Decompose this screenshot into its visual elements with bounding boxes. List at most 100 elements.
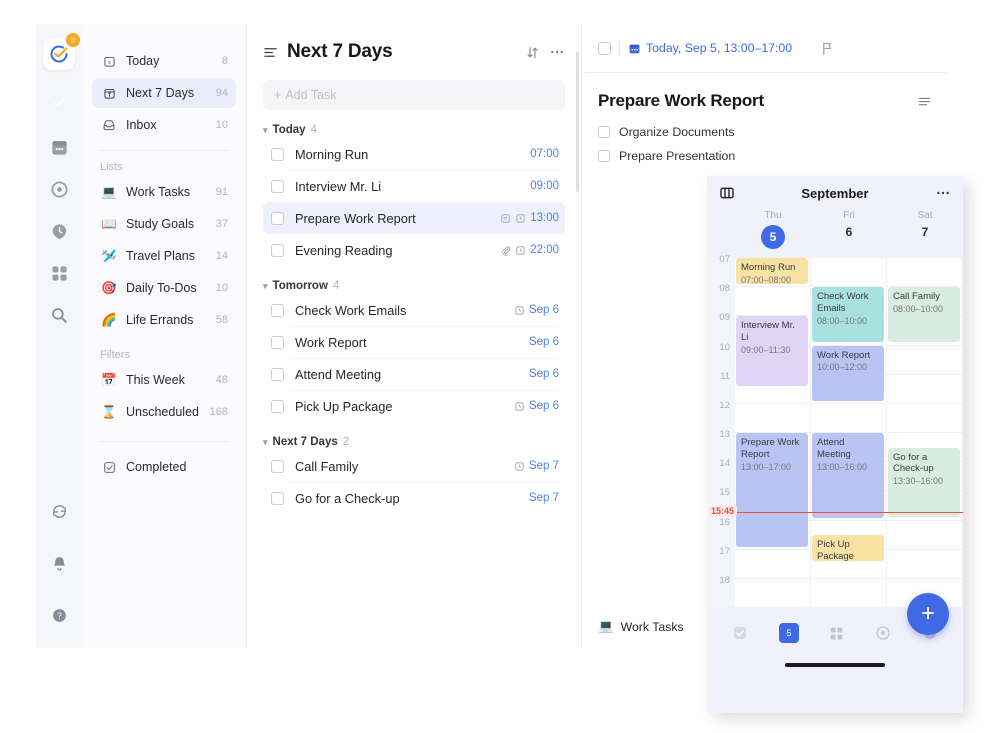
sidebar-item-inbox[interactable]: Inbox 10 bbox=[92, 110, 236, 140]
task-checkbox[interactable] bbox=[271, 303, 284, 317]
more-horizontal-icon[interactable] bbox=[935, 185, 951, 201]
task-row[interactable]: Go for a Check-up Sep 7 bbox=[263, 482, 565, 514]
task-group-name: Tomorrow bbox=[272, 280, 328, 292]
task-group-header[interactable]: ▾ Next 7 Days 2 bbox=[263, 436, 565, 448]
home-indicator bbox=[785, 663, 885, 667]
task-row[interactable]: Call Family Sep 7 bbox=[263, 450, 565, 482]
list-view-icon[interactable] bbox=[263, 45, 278, 60]
phone-column-0[interactable]: Morning Run 07:00–08:00 Interview Mr. Li 09… bbox=[735, 257, 811, 607]
phone-hour-line bbox=[811, 577, 886, 579]
sidebar-item-this-week[interactable]: 📅 This Week 48 bbox=[92, 365, 236, 395]
task-checkbox[interactable] bbox=[271, 335, 284, 349]
phone-column-2[interactable]: Call Family 08:00–10:00 Go for a Check-up 1… bbox=[887, 257, 963, 607]
subtask-checkbox[interactable] bbox=[598, 126, 610, 138]
task-checkbox[interactable] bbox=[271, 147, 284, 161]
phone-hour-label: 13 bbox=[719, 429, 730, 440]
sidebar-item-life-errands[interactable]: 🌈 Life Errands 58 bbox=[92, 305, 236, 335]
task-checkbox[interactable] bbox=[271, 367, 284, 381]
task-checkbox[interactable] bbox=[271, 179, 284, 193]
phone-event[interactable]: Interview Mr. Li 09:00–11:30 bbox=[736, 316, 808, 387]
rail-item-search[interactable] bbox=[40, 296, 78, 334]
sidebar-item-today[interactable]: 5 Today 8 bbox=[92, 46, 236, 76]
task-list-scrollbar[interactable] bbox=[576, 52, 579, 192]
rail-item-pomodoro[interactable] bbox=[40, 212, 78, 250]
rail-item-calendar[interactable] bbox=[40, 128, 78, 166]
logo-check-circle-icon bbox=[50, 45, 68, 63]
sidebar-item-travel-plans[interactable]: 🛩️ Travel Plans 14 bbox=[92, 241, 236, 271]
more-horizontal-icon[interactable] bbox=[549, 44, 565, 60]
sort-icon[interactable] bbox=[525, 45, 540, 60]
task-row[interactable]: Check Work Emails Sep 6 bbox=[263, 294, 565, 326]
nav-focus-icon[interactable] bbox=[875, 625, 891, 641]
task-row[interactable]: Pick Up Package Sep 6 bbox=[263, 390, 565, 422]
task-checkbox[interactable] bbox=[271, 399, 284, 413]
sidebar-item-count: 10 bbox=[215, 282, 228, 294]
phone-event[interactable]: Call Family 08:00–10:00 bbox=[888, 287, 960, 343]
sidebar-item-label: Next 7 Days bbox=[126, 86, 195, 100]
add-task-input[interactable]: + Add Task bbox=[263, 80, 565, 110]
phone-hour-line bbox=[887, 577, 962, 579]
nav-grid-icon[interactable] bbox=[829, 626, 844, 641]
task-complete-checkbox[interactable] bbox=[598, 41, 611, 55]
task-row[interactable]: Attend Meeting Sep 6 bbox=[263, 358, 565, 390]
flag-icon[interactable] bbox=[820, 41, 835, 56]
list-emoji-icon: ⌛ bbox=[101, 404, 117, 419]
task-group-header[interactable]: ▾ Tomorrow 4 bbox=[263, 280, 565, 292]
task-row[interactable]: Evening Reading 22:00 bbox=[263, 234, 565, 266]
task-row[interactable]: Work Report Sep 6 bbox=[263, 326, 565, 358]
due-date-pill[interactable]: Today, Sep 5, 13:00–17:00 bbox=[628, 41, 792, 55]
clock-icon bbox=[514, 401, 525, 412]
rail-item-notifications[interactable] bbox=[40, 544, 78, 582]
sidebar-divider-2 bbox=[100, 441, 228, 442]
phone-event[interactable]: Morning Run 07:00–08:00 bbox=[736, 258, 808, 285]
subtask-row[interactable]: Organize Documents bbox=[598, 121, 932, 143]
phone-event[interactable]: Pick Up Package16:30–17:30 bbox=[812, 535, 884, 562]
rail-item-help[interactable]: ? bbox=[40, 596, 78, 634]
phone-hour-line bbox=[887, 373, 962, 375]
detail-list-footer[interactable]: 💻 Work Tasks bbox=[598, 619, 684, 634]
sidebar-item-count: 37 bbox=[215, 218, 228, 230]
phone-event-time: 09:00–11:30 bbox=[741, 345, 791, 356]
task-checkbox[interactable] bbox=[271, 459, 284, 473]
rail-item-focus[interactable] bbox=[40, 170, 78, 208]
subtask-row[interactable]: Prepare Presentation bbox=[598, 145, 932, 167]
phone-event[interactable]: Work Report 10:00–12:00 bbox=[812, 345, 884, 401]
sidebar-item-work-tasks[interactable]: 💻 Work Tasks 91 bbox=[92, 177, 236, 207]
subtask-checkbox[interactable] bbox=[598, 150, 610, 162]
task-group-name: Today bbox=[272, 124, 306, 136]
phone-column-1[interactable]: Check Work Emails 08:00–10:00 Work Report 1… bbox=[811, 257, 887, 607]
nav-tasks-icon[interactable] bbox=[732, 625, 748, 641]
task-checkbox[interactable] bbox=[271, 491, 284, 505]
list-emoji-icon: 🛩️ bbox=[101, 248, 117, 263]
sidebar-item-completed[interactable]: Completed bbox=[92, 452, 236, 482]
phone-day-sat[interactable]: Sat 7 bbox=[887, 210, 963, 249]
rail-item-sync[interactable] bbox=[40, 492, 78, 530]
sidebar-item-next-7-days[interactable]: Next 7 Days 94 bbox=[92, 78, 236, 108]
phone-event[interactable]: Prepare Work Report 13:00–17:00 bbox=[736, 433, 808, 547]
note-icon bbox=[500, 213, 511, 224]
app-logo[interactable]: ♕ bbox=[43, 33, 80, 70]
detail-menu-icon[interactable] bbox=[917, 94, 932, 109]
task-row[interactable]: Interview Mr. Li 09:00 bbox=[263, 170, 565, 202]
rail-item-tasks[interactable] bbox=[40, 86, 78, 124]
task-row[interactable]: Prepare Work Report 13:00 bbox=[263, 202, 565, 234]
sidebar-item-unscheduled[interactable]: ⌛ Unscheduled 168 bbox=[92, 397, 236, 427]
rail-item-habit-grid[interactable] bbox=[40, 254, 78, 292]
sidebar-item-study-goals[interactable]: 📖 Study Goals 37 bbox=[92, 209, 236, 239]
list-emoji-icon: 📖 bbox=[101, 216, 117, 231]
column-view-icon[interactable] bbox=[719, 185, 735, 201]
task-row[interactable]: Morning Run 07:00 bbox=[263, 138, 565, 170]
phone-event[interactable]: Attend Meeting 13:00–16:00 bbox=[812, 433, 884, 518]
task-checkbox[interactable] bbox=[271, 211, 284, 225]
phone-day-fri[interactable]: Fri 6 bbox=[811, 210, 887, 249]
notification-bell-icon bbox=[53, 556, 65, 570]
phone-event[interactable]: Go for a Check-up 13:30–16:00 bbox=[888, 447, 960, 518]
phone-event-title: Prepare Work Report bbox=[741, 437, 800, 460]
phone-event[interactable]: Check Work Emails 08:00–10:00 bbox=[812, 287, 884, 343]
add-event-fab[interactable]: + bbox=[907, 593, 949, 635]
nav-calendar-icon[interactable]: 5 bbox=[778, 623, 799, 643]
task-group-header[interactable]: ▾ Today 4 bbox=[263, 124, 565, 136]
phone-day-thu[interactable]: Thu 5 bbox=[735, 210, 811, 249]
sidebar-item-daily-to-dos[interactable]: 🎯 Daily To-Dos 10 bbox=[92, 273, 236, 303]
task-checkbox[interactable] bbox=[271, 243, 284, 257]
